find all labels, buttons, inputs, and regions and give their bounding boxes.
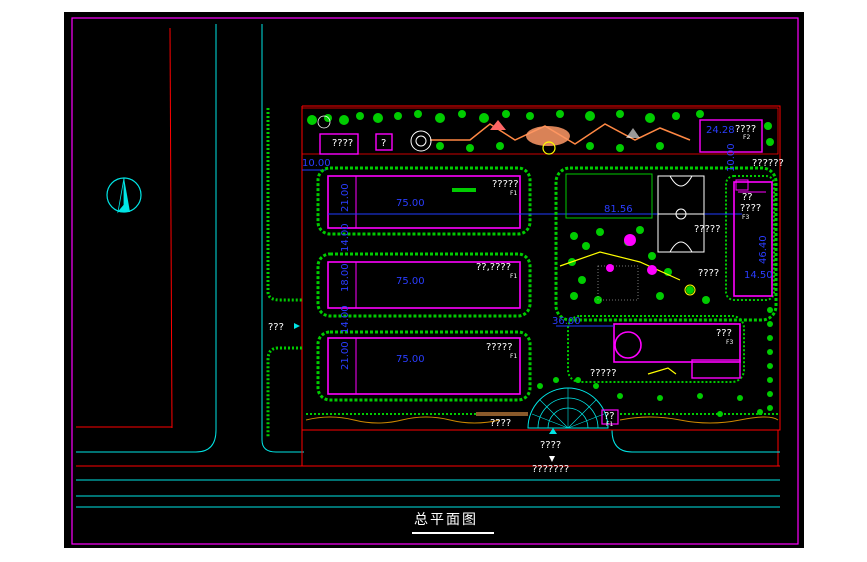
building-1-length: 75.00	[396, 198, 425, 209]
gap-2-dim: 14.00	[340, 305, 351, 334]
building-1-label: ?????	[492, 179, 519, 190]
drawing-title: 总平面图	[414, 512, 478, 528]
right-top-label: ??????	[752, 158, 784, 169]
court-label: ?????	[694, 224, 721, 235]
building-2-floor: F1	[510, 273, 517, 280]
building-1-width: 21.00	[340, 183, 351, 212]
gate-center-label: ????	[540, 440, 561, 451]
top-left-box-label: ????	[332, 138, 353, 149]
right-building-label-a: ??	[742, 192, 753, 203]
gate-bottom-label: ???????	[532, 464, 569, 475]
gap-1-dim: 14.00	[340, 223, 351, 252]
building-3-width: 21.00	[340, 341, 351, 370]
right-building-label-b: ????	[740, 203, 761, 214]
canteen-left-label: ?????	[590, 368, 617, 379]
road-gap-dim: 36.00	[552, 316, 581, 327]
building-3-length: 75.00	[396, 354, 425, 365]
top-right-building-floor: F2	[743, 134, 750, 141]
building-2-length: 75.00	[396, 276, 425, 287]
site-plan-canvas: ???? ? 24.28 ???? F2 10.00 75.00 21.00 ?…	[0, 0, 867, 562]
entrance-left-label: ???	[268, 322, 284, 333]
building-2-width: 18.00	[340, 263, 351, 292]
drawing-sheet	[64, 12, 804, 548]
building-2-label: ??,????	[476, 262, 511, 273]
right-building-width-dim: 14.50	[744, 270, 773, 281]
gate-left-label: ????	[490, 418, 511, 429]
building-3-floor: F1	[510, 353, 517, 360]
field-dim: 81.56	[604, 204, 633, 215]
building-3-label: ?????	[486, 342, 513, 353]
canteen-floor: F3	[726, 339, 733, 346]
right-building-tall-dim: 46.40	[758, 235, 769, 264]
gate-box-floor: F1	[606, 421, 613, 428]
top-right-building-dim: 24.28	[706, 125, 735, 136]
garden-label: ????	[698, 268, 719, 279]
right-building-floor: F3	[742, 214, 749, 221]
building-1-floor: F1	[510, 190, 517, 197]
canteen-label: ???	[716, 328, 732, 339]
top-left-small-box-label: ?	[381, 138, 386, 149]
site-plan-drawing: ???? ? 24.28 ???? F2 10.00 75.00 21.00 ?…	[0, 0, 867, 562]
right-building-small-dim: 10.00	[726, 143, 737, 172]
